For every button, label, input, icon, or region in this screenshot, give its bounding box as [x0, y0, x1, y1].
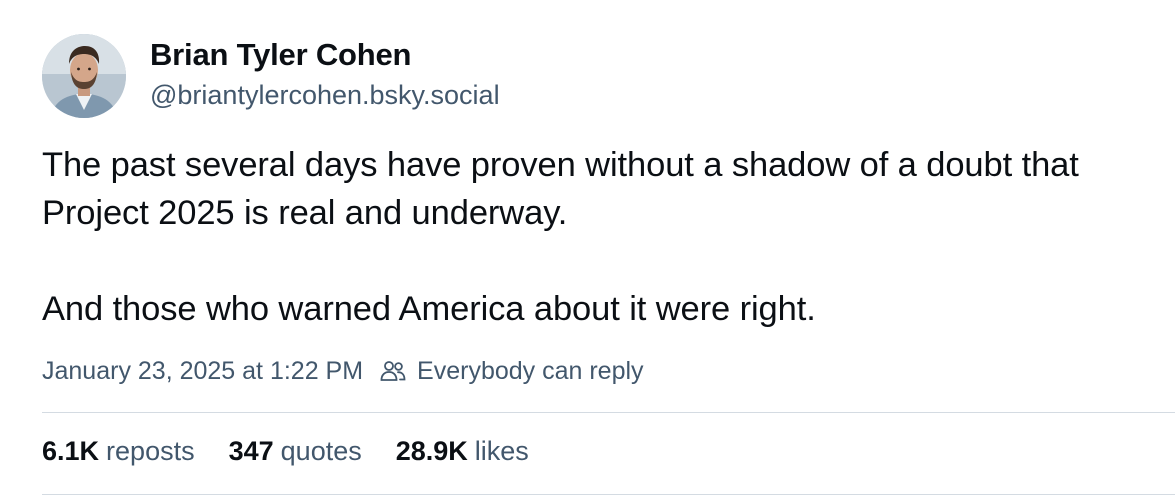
post-paragraph: And those who warned America about it we…: [42, 290, 816, 328]
reposts-count: 6.1K: [42, 436, 100, 466]
post-meta: January 23, 2025 at 1:22 PM Everybody ca…: [42, 357, 644, 386]
reposts-stat[interactable]: 6.1K reposts: [42, 436, 195, 467]
likes-stat[interactable]: 28.9K likes: [396, 436, 529, 467]
divider: [42, 412, 1175, 413]
reposts-label: reposts: [106, 436, 195, 466]
quotes-count: 347: [228, 436, 274, 466]
divider: [42, 494, 1175, 495]
reply-setting[interactable]: Everybody can reply: [417, 357, 644, 386]
author-name[interactable]: Brian Tyler Cohen: [150, 37, 411, 73]
quotes-stat[interactable]: 347 quotes: [229, 436, 362, 467]
likes-label: likes: [474, 436, 529, 466]
post-timestamp[interactable]: January 23, 2025 at 1:22 PM: [42, 357, 363, 386]
author-handle[interactable]: @briantylercohen.bsky.social: [150, 80, 500, 111]
quotes-label: quotes: [280, 436, 362, 466]
people-icon: [379, 358, 407, 386]
avatar-photo-icon: [42, 34, 126, 118]
post-text: The past several days have proven withou…: [42, 141, 1162, 333]
post-stats: 6.1K reposts 347 quotes 28.9K likes: [42, 436, 529, 467]
post-card: Brian Tyler Cohen @briantylercohen.bsky.…: [0, 0, 1175, 498]
likes-count: 28.9K: [395, 436, 468, 466]
author-avatar[interactable]: [42, 34, 126, 118]
post-paragraph: The past several days have proven withou…: [42, 146, 1079, 232]
